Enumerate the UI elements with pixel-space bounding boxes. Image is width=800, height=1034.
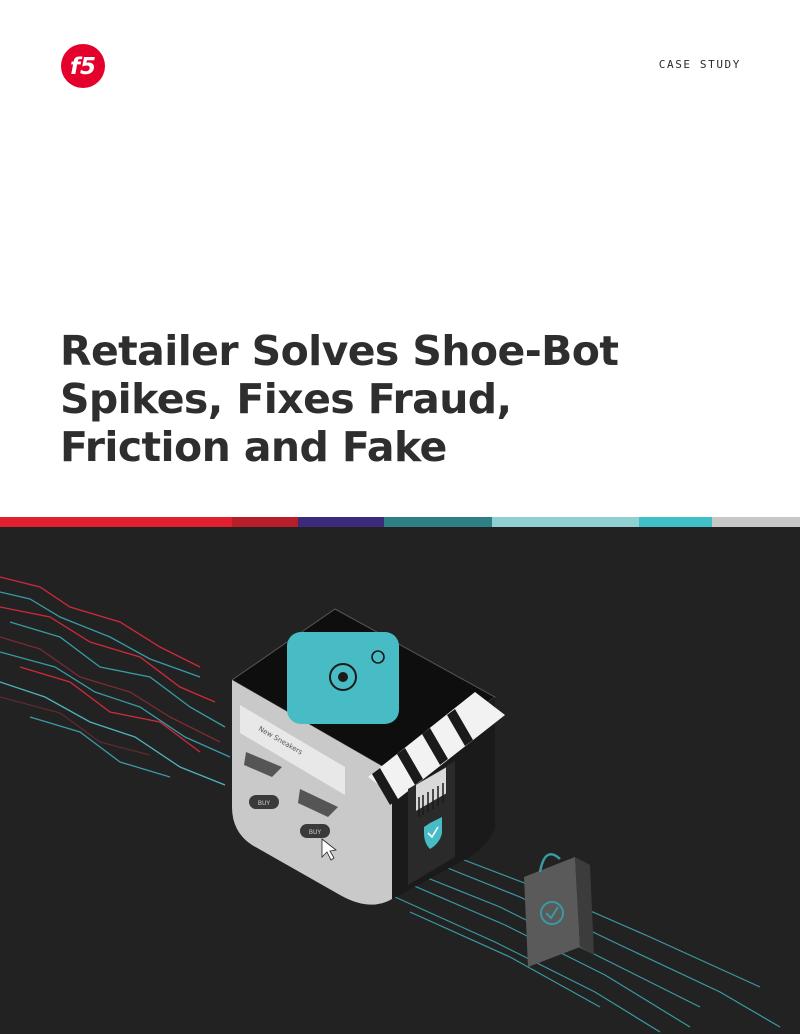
color-band-segment: [639, 517, 712, 527]
logo-text: f5: [70, 54, 96, 80]
document-type-label: CASE STUDY: [658, 58, 741, 71]
color-band-segment: [384, 517, 492, 527]
buy-button-label: BUY: [258, 800, 271, 807]
color-band: [0, 517, 800, 527]
circuit-traces: [0, 576, 231, 786]
color-band-segment: [232, 517, 298, 527]
store-illustration: New Sneakers BUY BUY: [0, 576, 781, 1033]
page-title: Retailer Solves Shoe-Bot Spikes, Fixes F…: [60, 327, 720, 471]
title-line: Retailer Solves Shoe-Bot: [60, 327, 619, 375]
color-band-segment: [0, 517, 232, 527]
title-line: Friction and Fake: [60, 423, 447, 471]
f5-logo-icon: f5: [61, 44, 105, 88]
store-building: New Sneakers BUY BUY: [231, 608, 496, 905]
buy-button-label: BUY: [309, 829, 322, 836]
title-line: Spikes, Fixes Fraud,: [60, 375, 512, 423]
cover-header: f5 CASE STUDY Retailer Solves Shoe-Bot S…: [0, 0, 800, 517]
color-band-segment: [492, 517, 639, 527]
hero-illustration: New Sneakers BUY BUY: [0, 527, 800, 1034]
color-band-segment: [298, 517, 384, 527]
shopping-bag-icon: [524, 853, 594, 967]
color-band-segment: [712, 517, 800, 527]
